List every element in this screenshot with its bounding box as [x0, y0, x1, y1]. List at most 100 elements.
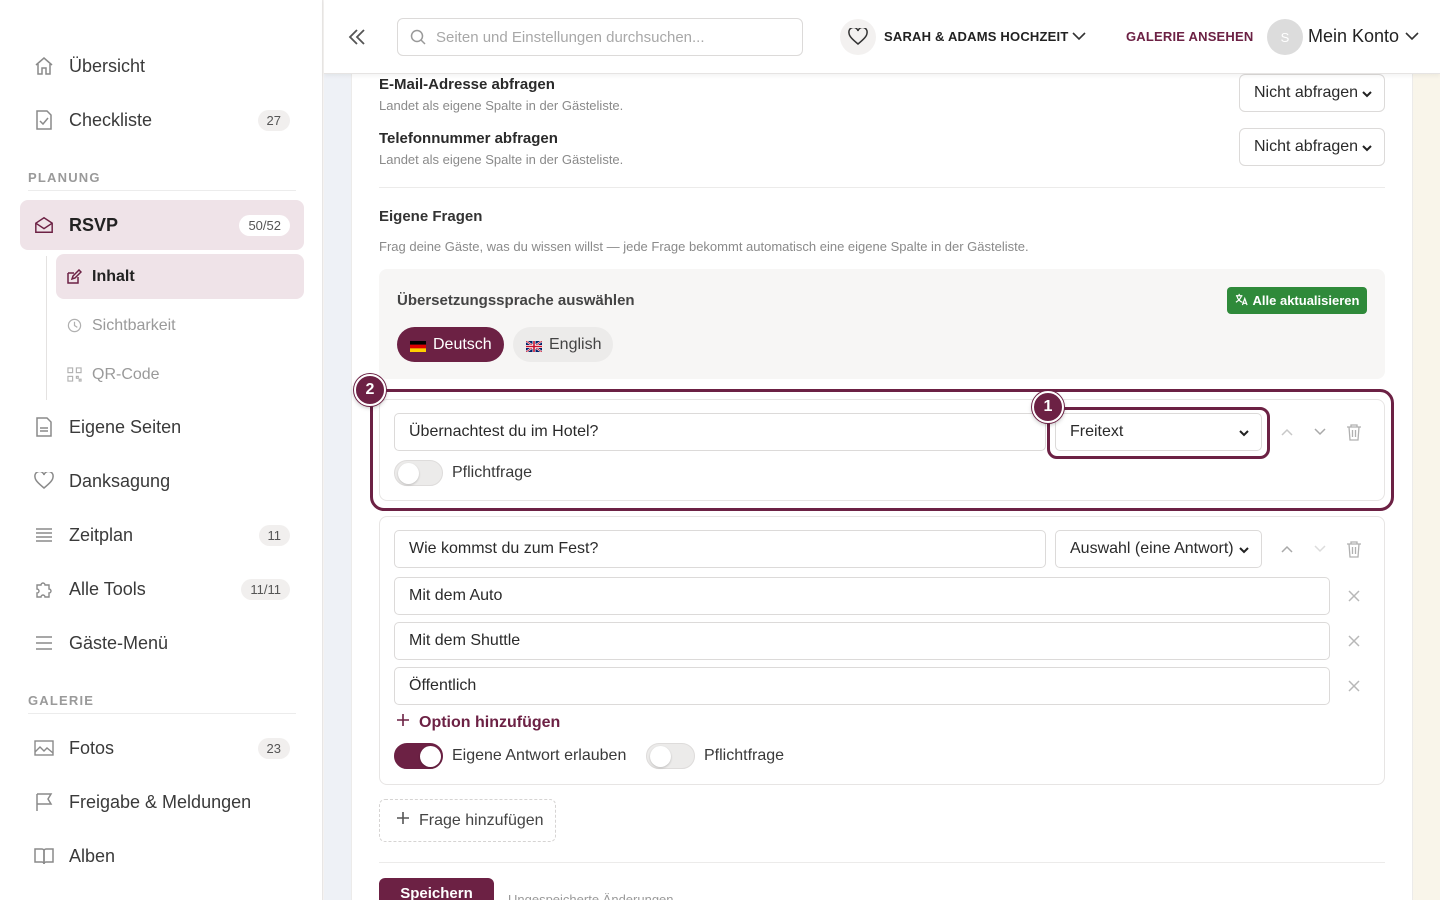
option-input[interactable]: Öffentlich — [394, 667, 1330, 705]
sidebar-subitem-visibility[interactable]: Sichtbarkeit — [56, 303, 304, 348]
add-option-label: Option hinzufügen — [419, 713, 561, 731]
move-down-icon[interactable] — [1311, 423, 1329, 441]
allow-custom-answer-toggle[interactable] — [394, 743, 443, 769]
move-down-icon[interactable] — [1311, 540, 1329, 558]
step-marker-1: 1 — [1032, 391, 1064, 423]
search-box[interactable] — [397, 18, 803, 56]
select-value: Nicht abfragen — [1254, 84, 1359, 101]
trash-icon[interactable] — [1345, 540, 1363, 558]
envelope-open-icon — [34, 215, 54, 235]
close-icon[interactable] — [1347, 634, 1363, 650]
chevron-down-icon[interactable] — [1404, 28, 1420, 44]
sidebar-item-label: Freigabe & Meldungen — [69, 791, 252, 812]
sidebar-subitem-content[interactable]: Inhalt — [56, 254, 304, 299]
chevron-down-icon — [1237, 543, 1251, 557]
close-icon[interactable] — [1347, 679, 1363, 695]
option-input[interactable]: Mit dem Shuttle — [394, 622, 1330, 660]
wedding-switcher[interactable]: SARAH & ADAMS HOCHZEIT — [884, 29, 1068, 44]
section-heading-planning: PLANUNG — [28, 170, 101, 185]
sidebar-item-sharing-reports[interactable]: Freigabe & Meldungen — [20, 777, 304, 827]
divider — [379, 862, 1385, 863]
edit-icon — [66, 268, 82, 285]
count-badge: 11 — [258, 524, 290, 546]
email-field-title: E-Mail-Adresse abfragen — [379, 76, 555, 93]
option-text: Mit dem Auto — [409, 587, 503, 604]
unsaved-changes-text: Ungespeicherte Änderungen — [508, 892, 674, 900]
update-all-label: Alle aktualisieren — [1252, 293, 1360, 308]
trash-icon[interactable] — [1345, 423, 1363, 441]
plus-icon — [396, 811, 410, 830]
sidebar-item-label: Danksagung — [69, 470, 171, 491]
book-icon — [34, 846, 54, 866]
sidebar-item-thanks[interactable]: Danksagung — [20, 456, 304, 506]
move-up-icon[interactable] — [1278, 423, 1296, 441]
phone-field-desc: Landet als eigene Spalte in der Gästelis… — [379, 152, 624, 167]
language-panel-title: Übersetzungssprache auswählen — [397, 292, 635, 309]
top-bar: SARAH & ADAMS HOCHZEIT GALERIE ANSEHEN S… — [324, 0, 1440, 74]
save-button[interactable]: Speichern — [379, 878, 494, 900]
sidebar-item-overview[interactable]: Übersicht — [20, 41, 304, 91]
divider — [379, 187, 1385, 188]
view-gallery-link[interactable]: GALERIE ANSEHEN — [1126, 29, 1253, 44]
move-up-icon[interactable] — [1278, 540, 1296, 558]
question-text-input[interactable]: Wie kommst du zum Fest? — [394, 530, 1046, 568]
question-text: Wie kommst du zum Fest? — [409, 540, 599, 557]
select-value: Nicht abfragen — [1254, 138, 1359, 155]
checklist-icon — [34, 110, 54, 130]
custom-questions-subtitle: Frag deine Gäste, was du wissen willst —… — [379, 239, 1029, 254]
question-text: Übernachtest du im Hotel? — [409, 423, 599, 440]
sidebar-item-schedule[interactable]: Zeitplan 11 — [20, 510, 304, 560]
update-all-button[interactable]: Alle aktualisieren — [1227, 287, 1367, 314]
option-input[interactable]: Mit dem Auto — [394, 577, 1330, 615]
sidebar-item-label: Zeitplan — [69, 524, 134, 545]
chevron-down-icon — [1360, 87, 1374, 101]
language-tab-german[interactable]: Deutsch — [397, 327, 504, 362]
sidebar-item-label: Checkliste — [69, 109, 153, 130]
divider — [28, 190, 296, 191]
uk-flag-icon — [525, 339, 543, 353]
sidebar-item-all-tools[interactable]: Alle Tools 11/11 — [20, 564, 304, 614]
sidebar-item-guest-menu[interactable]: Gäste-Menü — [20, 618, 304, 668]
chevron-down-icon — [1360, 141, 1374, 155]
add-question-button[interactable]: Frage hinzufügen — [379, 799, 556, 842]
sidebar-item-photos[interactable]: Fotos 23 — [20, 723, 304, 773]
sidebar-subitem-label: QR-Code — [92, 365, 160, 383]
custom-questions-title: Eigene Fragen — [379, 208, 483, 225]
step-marker-2: 2 — [354, 374, 386, 406]
required-toggle[interactable] — [646, 743, 695, 769]
image-icon — [34, 738, 54, 758]
sidebar-item-rsvp[interactable]: RSVP 50/52 — [20, 200, 304, 250]
avatar[interactable]: S — [1267, 19, 1303, 55]
required-toggle[interactable] — [394, 460, 443, 486]
toggle-knob — [398, 463, 419, 484]
search-input[interactable] — [436, 28, 796, 46]
toggle-knob — [650, 746, 671, 767]
close-icon[interactable] — [1347, 589, 1363, 605]
question-text-input[interactable]: Übernachtest du im Hotel? — [394, 413, 1046, 451]
question-type-select[interactable]: Freitext — [1055, 413, 1262, 451]
section-heading-gallery: GALERIE — [28, 693, 95, 708]
required-label: Pflichtfrage — [704, 747, 785, 764]
sidebar-item-label: Eigene Seiten — [69, 416, 182, 437]
translate-icon — [1235, 293, 1248, 309]
phone-request-select[interactable]: Nicht abfragen — [1239, 128, 1385, 166]
sidebar-item-albums[interactable]: Alben — [20, 831, 304, 881]
sidebar-item-label: Alle Tools — [69, 578, 146, 599]
sidebar-item-checklist[interactable]: Checkliste 27 — [20, 95, 304, 145]
option-text: Mit dem Shuttle — [409, 632, 521, 649]
sidebar-item-label: Übersicht — [69, 55, 146, 76]
list-icon — [34, 525, 54, 545]
email-request-select[interactable]: Nicht abfragen — [1239, 74, 1385, 112]
german-flag-icon — [410, 339, 426, 353]
question-type-select[interactable]: Auswahl (eine Antwort) — [1055, 530, 1262, 568]
account-menu[interactable]: Mein Konto — [1308, 26, 1399, 47]
add-option-button[interactable]: Option hinzufügen — [396, 713, 560, 732]
sidebar-item-custom-pages[interactable]: Eigene Seiten — [20, 402, 304, 452]
select-value: Freitext — [1070, 423, 1124, 440]
chevron-down-icon[interactable] — [1070, 27, 1088, 45]
allow-custom-answer-label: Eigene Antwort erlauben — [452, 747, 627, 764]
sidebar-subitem-qr-code[interactable]: QR-Code — [56, 352, 304, 397]
collapse-sidebar-icon[interactable] — [344, 24, 370, 50]
flag-icon — [34, 792, 54, 812]
language-tab-english[interactable]: English — [513, 327, 613, 362]
